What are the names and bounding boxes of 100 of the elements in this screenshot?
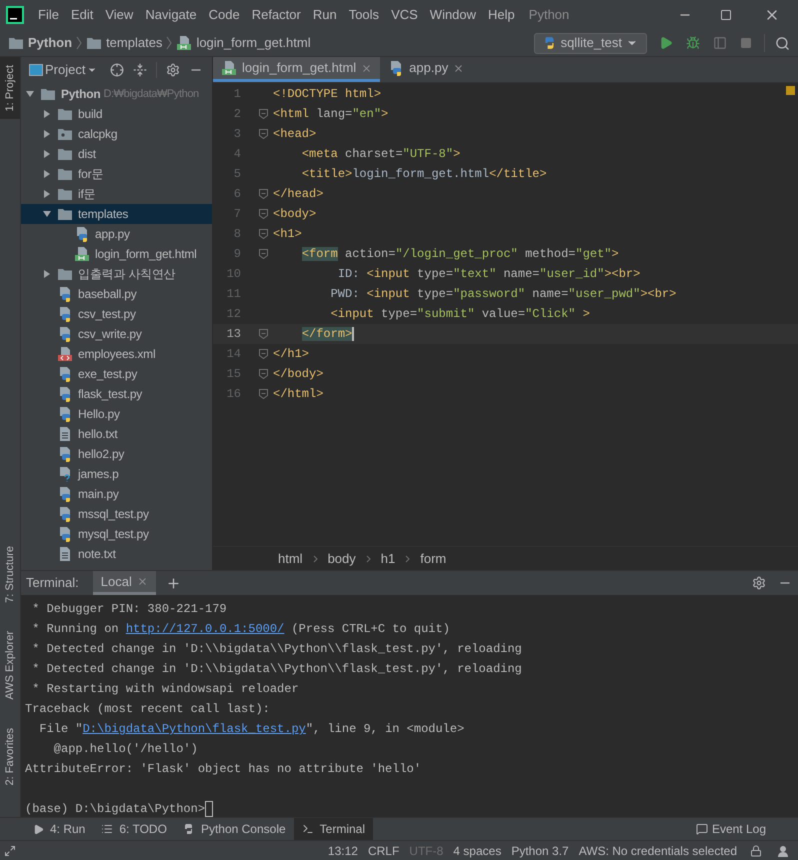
close-tab-icon[interactable] [136,576,148,587]
layout-icon[interactable] [4,844,16,856]
tree-item[interactable]: employees.xml [21,344,212,364]
breadcrumb-item[interactable]: h1 [380,548,396,568]
tree-item[interactable]: if문 [21,184,212,204]
tree-item[interactable]: calcpkg [21,124,212,144]
status-item[interactable]: 4 spaces [448,842,506,860]
menu-item[interactable]: Help [482,5,521,25]
panel-title: Terminal: [26,574,79,592]
fold-marker-icon[interactable] [259,129,268,139]
side-tab[interactable]: 7: Structure [0,538,20,611]
tool-window-tab[interactable]: Python Console [174,818,294,840]
breadcrumb-item[interactable]: form [420,548,446,568]
expanded-arrow-icon[interactable] [25,89,35,99]
breadcrumb-item[interactable]: login_form_get.html [176,33,315,53]
tree-item[interactable]: exe_test.py [21,364,212,384]
side-tab[interactable]: AWS Explorer [0,622,20,708]
menu-item[interactable]: Code [202,5,246,25]
menu-item[interactable]: Refactor [246,5,307,25]
tree-item[interactable]: mssql_test.py [21,504,212,524]
fold-marker-icon[interactable] [259,389,268,399]
session-tab[interactable]: Local [92,571,156,595]
python-file-icon [57,326,73,342]
side-tab[interactable]: 2: Favorites [0,720,20,793]
lock-icon[interactable] [750,844,762,856]
tree-item[interactable]: hello.txt [21,424,212,444]
tree-item[interactable]: 입출력과 사칙연산 [21,264,212,284]
new-tab-icon[interactable] [166,576,181,590]
tree-item[interactable]: hello2.py [21,444,212,464]
tree-item[interactable]: mysql_test.py [21,524,212,544]
fold-marker-icon[interactable] [259,229,268,239]
terminal-line: @app.hello('/hello') [52,741,198,758]
breadcrumb-item[interactable]: body [328,548,356,568]
tree-item[interactable]: main.py [21,484,212,504]
python-file-icon [57,406,73,422]
expanded-arrow-icon[interactable] [42,209,52,219]
status-item[interactable]: CRLF [362,842,404,860]
editor-tab[interactable]: login_form_get.html [213,57,380,82]
editor-tab[interactable]: app.py [380,57,472,82]
status-item[interactable]: AWS: No credentials selected [574,842,742,860]
settings-icon[interactable] [752,576,766,590]
run-configuration-dropdown[interactable]: sqllite_test [534,32,647,54]
collapsed-arrow-icon[interactable] [42,269,52,279]
side-tab[interactable]: 1: Project [0,57,20,120]
terminal-icon [302,823,314,835]
menu-item[interactable]: Tools [342,5,386,25]
line-number: 2 [232,106,241,123]
search-icon[interactable] [775,36,790,50]
settings-icon[interactable] [166,63,180,77]
tree-item[interactable]: login_form_get.html [21,244,212,264]
fold-marker-icon[interactable] [259,249,268,259]
menu-item[interactable]: View [99,5,140,25]
menu-item[interactable]: Run [306,5,343,25]
breadcrumb-item[interactable]: Python [8,33,86,53]
tool-window-tab[interactable]: 6: TODO [93,818,175,840]
tree-item[interactable]: csv_test.py [21,304,212,324]
terminal-line: * Detected change in 'D:\\bigdata\\Python\\flask_test.py', reloading [31,661,522,678]
tree-item[interactable]: dist [21,144,212,164]
status-item[interactable]: 13:12 [322,842,363,860]
terminal-link[interactable]: http://127.0.0.1:5000/ [126,622,284,636]
debug-icon[interactable] [686,36,700,50]
terminal-link[interactable]: D:\bigdata\Python\flask_test.py [82,722,306,736]
tree-item[interactable]: james.p [21,464,212,484]
locate-icon[interactable] [110,63,124,77]
tree-item[interactable]: build [21,104,212,124]
tree-item[interactable]: flask_test.py [21,384,212,404]
menu-item[interactable]: File [32,5,65,25]
fold-marker-icon[interactable] [259,369,268,379]
tool-window-tab[interactable]: 4: Run [25,818,94,840]
tool-window-tab[interactable]: Terminal [294,818,374,840]
tree-item[interactable]: baseball.py [21,284,212,304]
fold-marker-icon[interactable] [259,329,268,339]
tree-item[interactable]: csv_write.py [21,324,212,344]
menu-item[interactable]: Window [424,5,482,25]
tree-item[interactable]: for문 [21,164,212,184]
breadcrumb-item[interactable]: html [278,548,303,568]
fold-marker-icon[interactable] [259,209,268,219]
maximize-icon[interactable] [720,9,732,21]
menu-item[interactable]: Edit [64,5,100,25]
fold-marker-icon[interactable] [259,349,268,359]
tree-item[interactable]: templates [21,204,212,224]
menu-item[interactable]: VCS [385,5,424,25]
tree-item-label: mysql_test.py [78,526,149,543]
close-tab-icon[interactable] [453,62,464,74]
tree-item-label: note.txt [78,546,116,563]
tree-item[interactable]: Hello.py [21,404,212,424]
menu-item[interactable]: Navigate [139,5,203,25]
view-selector-dropdown[interactable]: Project [29,60,98,80]
fold-marker-icon[interactable] [259,189,268,199]
collapse-all-icon[interactable] [133,63,148,77]
tree-item[interactable]: Python D:₩bigdata₩Python [21,84,212,104]
close-tab-icon[interactable] [361,62,372,74]
fold-marker-icon[interactable] [259,109,268,119]
status-item[interactable]: Python 3.7 [506,842,574,860]
event-log-tab[interactable]: Event Log [688,818,774,840]
tree-item[interactable]: note.txt [21,544,212,564]
code-line: </body> [273,366,324,383]
tree-item[interactable]: app.py [21,224,212,244]
breadcrumb-item[interactable]: templates [86,33,176,53]
run-icon[interactable] [659,36,673,50]
